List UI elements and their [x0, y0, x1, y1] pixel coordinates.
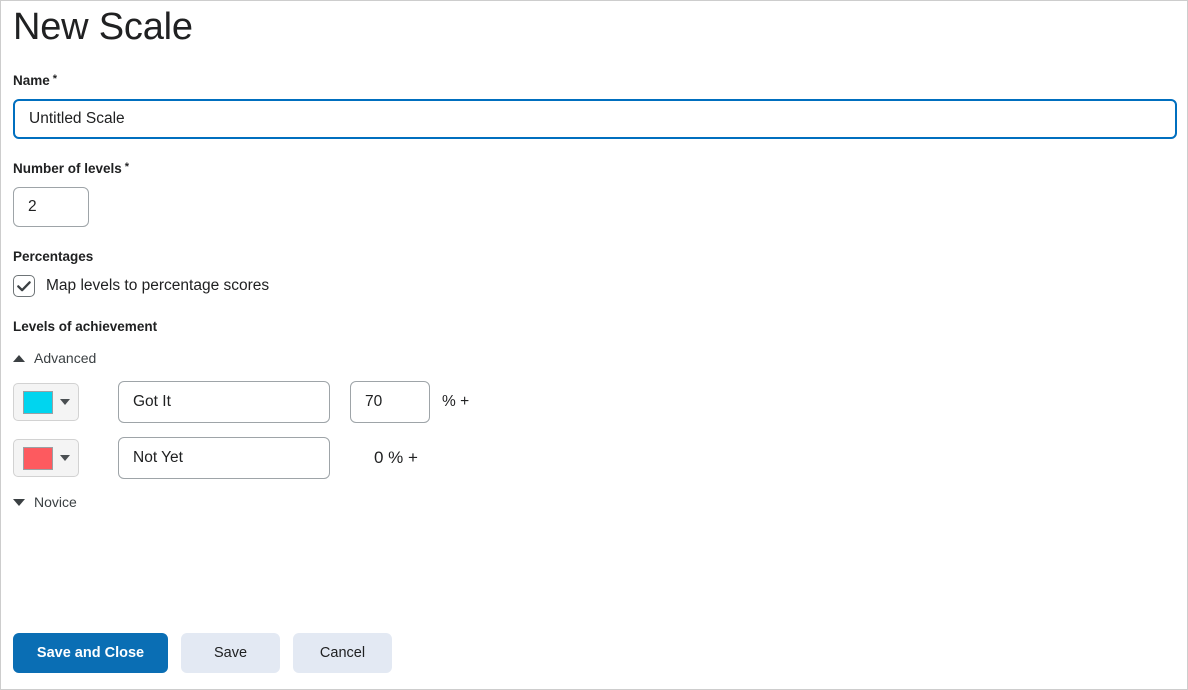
number-of-levels-required-asterisk: * [124, 161, 130, 173]
color-swatch-icon [22, 446, 53, 470]
triangle-down-icon [13, 498, 25, 506]
level-percent-input-0[interactable] [350, 381, 430, 423]
number-of-levels-group: Number of levels * [13, 161, 1175, 227]
table-row: % + [13, 381, 1175, 423]
name-label-text: Name [13, 73, 50, 88]
name-field-group: Name * [13, 73, 1177, 139]
advanced-label: Advanced [34, 350, 97, 366]
chevron-down-icon [59, 399, 70, 405]
map-levels-checkbox-label: Map levels to percentage scores [46, 277, 270, 294]
percent-static-1: 0 % + [374, 448, 418, 467]
levels-of-achievement-group: Levels of achievement Advanced % + 0 % + [13, 319, 1175, 511]
name-label: Name * [13, 73, 1175, 90]
novice-disclosure-toggle[interactable]: Novice [13, 493, 1175, 511]
triangle-up-icon [13, 354, 25, 362]
map-levels-checkbox[interactable] [13, 275, 35, 297]
name-input[interactable] [13, 99, 1177, 139]
color-swatch-icon [22, 390, 53, 414]
chevron-down-icon [59, 455, 70, 461]
level-color-picker-1[interactable] [13, 439, 79, 477]
check-icon [17, 280, 31, 291]
novice-label: Novice [34, 494, 77, 510]
number-of-levels-label-text: Number of levels [13, 161, 122, 176]
map-levels-checkbox-row[interactable]: Map levels to percentage scores [13, 275, 1175, 297]
number-of-levels-input[interactable] [13, 187, 89, 227]
number-of-levels-label: Number of levels * [13, 161, 1175, 178]
table-row: 0 % + [13, 437, 1175, 479]
percentages-group: Percentages Map levels to percentage sco… [13, 249, 1175, 297]
save-button[interactable]: Save [181, 633, 280, 673]
percent-suffix-0: % + [442, 393, 470, 410]
footer-actions: Save and Close Save Cancel [13, 633, 392, 673]
percentages-label: Percentages [13, 249, 94, 264]
page-title: New Scale [13, 6, 193, 48]
new-scale-page: New Scale Name* Number of levels* Percen… [0, 0, 1188, 690]
level-name-input-1[interactable] [118, 437, 330, 479]
level-name-input-0[interactable] [118, 381, 330, 423]
levels-of-achievement-label: Levels of achievement [13, 319, 158, 334]
save-and-close-button[interactable]: Save and Close [13, 633, 168, 673]
cancel-button[interactable]: Cancel [293, 633, 392, 673]
level-color-picker-0[interactable] [13, 383, 79, 421]
name-required-asterisk: * [52, 73, 58, 85]
advanced-disclosure-toggle[interactable]: Advanced [13, 349, 1175, 367]
